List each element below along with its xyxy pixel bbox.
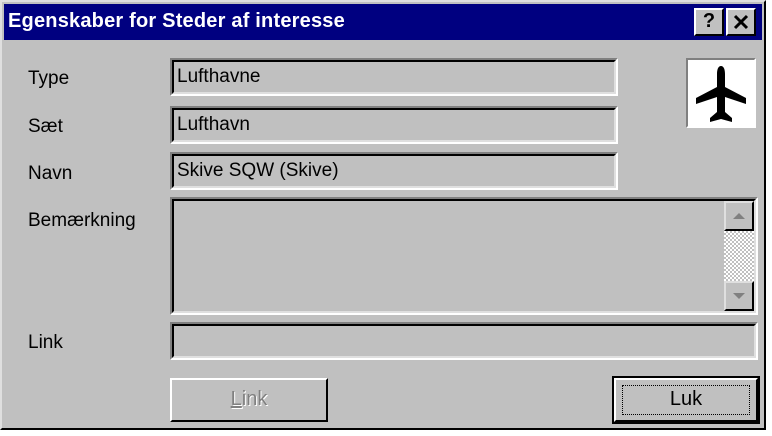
title-bar[interactable]: Egenskaber for Steder af interesse ? — [4, 4, 762, 40]
remark-textarea[interactable] — [170, 197, 758, 315]
name-value: Skive SQW (Skive) — [172, 154, 616, 188]
airplane-icon — [696, 66, 746, 122]
close-button[interactable]: Luk — [612, 376, 760, 424]
arrow-down-icon — [733, 293, 745, 299]
properties-dialog: Egenskaber for Steder af interesse ? Typ… — [0, 0, 766, 430]
set-label: Sæt — [28, 116, 63, 137]
remark-value — [172, 199, 756, 313]
set-value: Lufthavn — [172, 108, 616, 142]
type-value: Lufthavne — [172, 60, 616, 94]
remark-scrollbar[interactable] — [724, 201, 754, 311]
name-label: Navn — [28, 163, 73, 184]
close-button-label: Luk — [669, 388, 703, 410]
link-value — [172, 324, 756, 358]
dialog-title: Egenskaber for Steder af interesse — [8, 10, 345, 32]
arrow-up-icon — [733, 213, 745, 219]
set-field[interactable]: Lufthavn — [170, 106, 618, 144]
scroll-up-button[interactable] — [724, 201, 754, 231]
remark-label: Bemærkning — [28, 210, 136, 231]
poi-icon-box — [686, 58, 756, 128]
close-icon — [733, 14, 749, 30]
close-window-button[interactable] — [726, 8, 756, 36]
link-label: Link — [28, 332, 63, 353]
link-button-label: Link — [230, 388, 268, 410]
scroll-track[interactable] — [724, 231, 754, 281]
help-button[interactable]: ? — [694, 8, 724, 36]
link-button[interactable]: Link — [170, 378, 328, 422]
link-field[interactable] — [170, 322, 758, 360]
type-label: Type — [28, 68, 70, 89]
type-field[interactable]: Lufthavne — [170, 58, 618, 96]
name-field[interactable]: Skive SQW (Skive) — [170, 152, 618, 190]
scroll-down-button[interactable] — [724, 281, 754, 311]
